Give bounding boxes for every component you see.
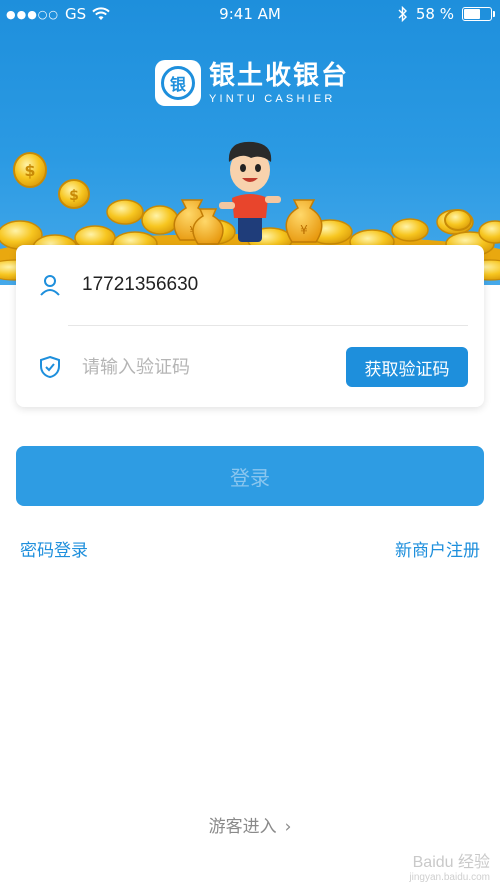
phone-number-field[interactable]: 17721356630 xyxy=(82,274,198,296)
shield-icon xyxy=(40,355,60,379)
logo-text: 银土收银台 YINTU CASHIER xyxy=(209,62,349,105)
logo-mark-icon: 银 xyxy=(155,60,201,106)
logo-title-en: YINTU CASHIER xyxy=(209,92,336,105)
user-icon xyxy=(40,275,60,296)
watermark-url: jingyan.baidu.com xyxy=(409,872,490,883)
svg-text:¥: ¥ xyxy=(300,223,308,237)
battery-fill xyxy=(464,9,481,19)
logo-mark-char: 银 xyxy=(161,66,195,100)
register-link[interactable]: 新商户注册 xyxy=(395,536,480,561)
password-login-link[interactable]: 密码登录 xyxy=(20,536,88,561)
battery-percent: 58 % xyxy=(415,5,454,23)
bluetooth-icon xyxy=(398,6,407,22)
verification-code-input[interactable] xyxy=(82,356,322,378)
app-logo: 银 银土收银台 YINTU CASHIER xyxy=(155,60,349,106)
get-code-button[interactable]: 获取验证码 xyxy=(346,347,468,387)
chevron-right-icon: › xyxy=(284,817,292,837)
logo-title-cn: 银土收银台 xyxy=(209,60,350,91)
battery-icon xyxy=(462,7,495,21)
watermark-brand: Baidu 经验 xyxy=(412,854,490,871)
login-card: 17721356630 获取验证码 xyxy=(16,245,484,407)
login-button[interactable]: 登录 xyxy=(16,446,484,506)
guest-entry-link[interactable]: 游客进入 › xyxy=(0,812,500,837)
field-divider xyxy=(68,325,468,326)
baidu-watermark: Baidu 经验 jingyan.baidu.com xyxy=(409,848,490,883)
status-bar: ●●●○○ GS 9:41 AM 58 % xyxy=(0,0,500,28)
status-bar-right: 58 % xyxy=(398,5,495,23)
svg-text:$: $ xyxy=(24,161,35,180)
phone-row[interactable]: 17721356630 xyxy=(16,245,484,325)
code-row: 获取验证码 xyxy=(16,327,484,407)
hero-banner: ●●●○○ GS 9:41 AM 58 % 银 银土收银台 YINTU CASH… xyxy=(0,0,500,285)
guest-entry-label: 游客进入 xyxy=(208,817,277,837)
svg-text:$: $ xyxy=(69,188,79,204)
